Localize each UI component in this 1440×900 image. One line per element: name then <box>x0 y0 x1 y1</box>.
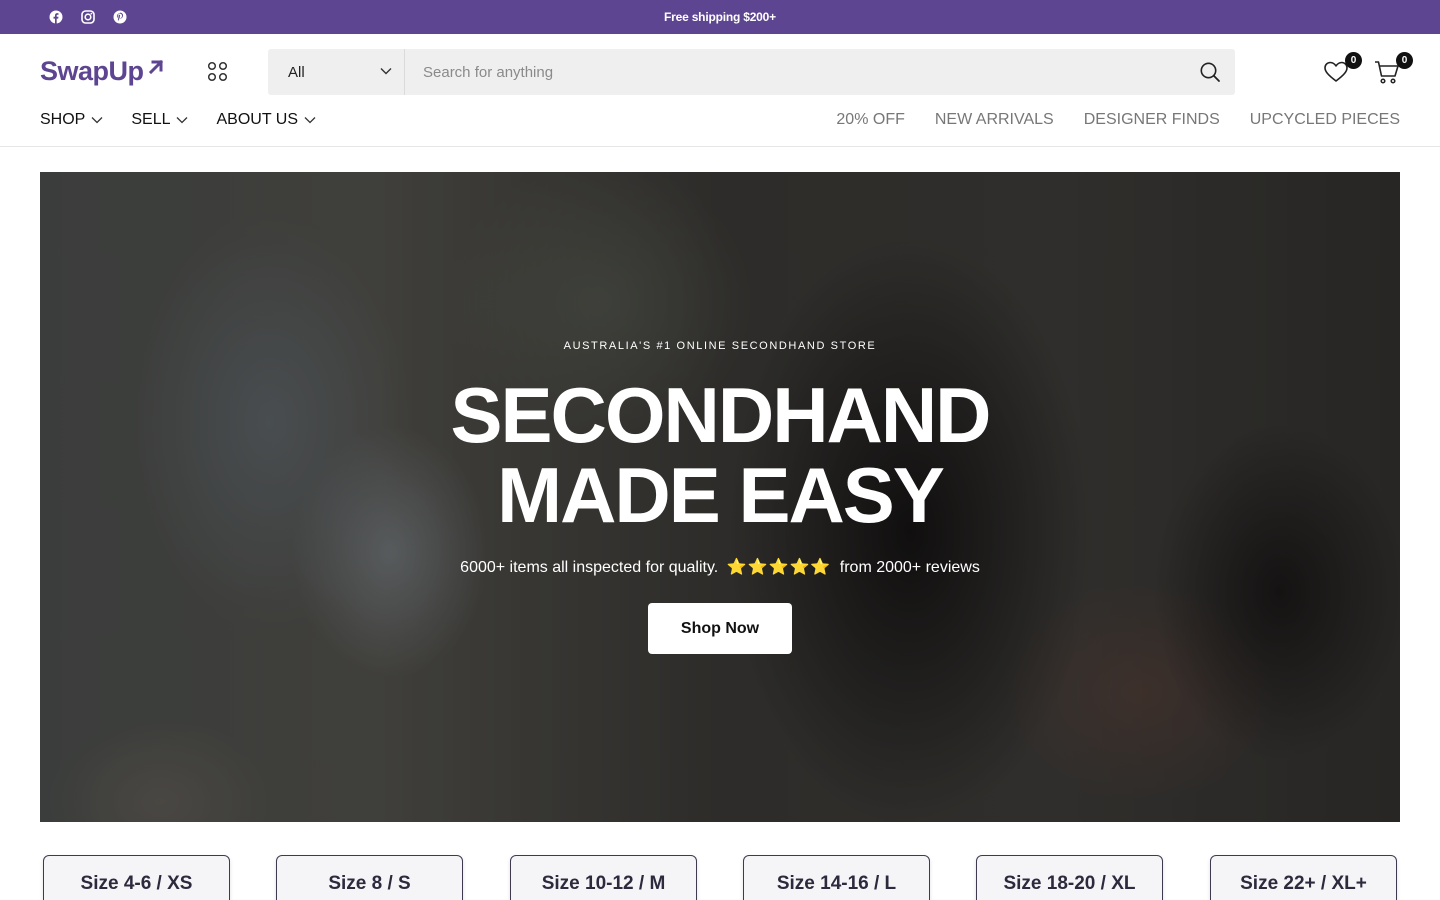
size-s-button[interactable]: Size 8 / S <box>276 855 463 900</box>
logo-arrow-icon <box>148 59 163 75</box>
nav-20-off[interactable]: 20% OFF <box>836 111 904 129</box>
nav-designer-finds[interactable]: DESIGNER FINDS <box>1084 111 1220 129</box>
nav-about-us-label: ABOUT US <box>216 111 298 128</box>
chevron-down-icon <box>91 117 103 124</box>
chevron-down-icon <box>304 117 316 124</box>
chevron-down-icon <box>177 117 188 124</box>
size-l-button[interactable]: Size 14-16 / L <box>743 855 930 900</box>
size-xs-button[interactable]: Size 4-6 / XS <box>43 855 230 900</box>
hero-subtitle: 6000+ items all inspected for quality. ⭐… <box>40 557 1400 577</box>
nav-new-arrivals[interactable]: NEW ARRIVALS <box>935 111 1054 129</box>
announcement-bar: Free shipping $200+ <box>0 0 1440 34</box>
size-m-button[interactable]: Size 10-12 / M <box>510 855 697 900</box>
chevron-down-icon <box>380 68 392 75</box>
search-icon[interactable] <box>1199 61 1221 83</box>
promo-nav: 20% OFF NEW ARRIVALS DESIGNER FINDS UPCY… <box>806 111 1400 129</box>
hero-reviews-text: from 2000+ reviews <box>839 559 980 576</box>
nav-upcycled-pieces[interactable]: UPCYCLED PIECES <box>1250 111 1400 129</box>
free-shipping-message: Free shipping $200+ <box>664 10 776 24</box>
site-header: SwapUp All 0 0 SHOP SELL ABOUT US <box>0 34 1440 147</box>
nav-sell-label: SELL <box>131 111 171 128</box>
rating-stars-icon: ⭐⭐⭐⭐⭐ <box>726 559 832 576</box>
nav-shop-label: SHOP <box>40 111 86 128</box>
wishlist-button[interactable]: 0 <box>1322 52 1362 86</box>
categories-grid-icon[interactable] <box>207 61 229 83</box>
logo-text: SwapUp <box>40 55 144 86</box>
wishlist-count-badge: 0 <box>1345 52 1362 69</box>
main-nav: SHOP SELL ABOUT US <box>40 111 344 129</box>
hero-title: SECONDHAND MADE EASY <box>40 375 1400 535</box>
hero-banner: AUSTRALIA'S #1 ONLINE SECONDHAND STORE S… <box>40 172 1400 822</box>
hero-title-line1: SECONDHAND <box>450 371 991 459</box>
nav-sell[interactable]: SELL <box>131 111 188 129</box>
search-category-select[interactable]: All <box>268 49 405 95</box>
swapup-logo[interactable]: SwapUp <box>40 55 164 87</box>
hero-title-line2: MADE EASY <box>497 451 945 539</box>
size-xl-plus-button[interactable]: Size 22+ / XL+ <box>1210 855 1397 900</box>
cart-count-badge: 0 <box>1396 52 1413 69</box>
size-xl-button[interactable]: Size 18-20 / XL <box>976 855 1163 900</box>
nav-about-us[interactable]: ABOUT US <box>216 111 316 129</box>
size-filter-row: Size 4-6 / XS Size 8 / S Size 10-12 / M … <box>43 855 1397 900</box>
search-input[interactable] <box>405 49 1235 95</box>
search-category-value: All <box>288 64 305 81</box>
nav-shop[interactable]: SHOP <box>40 111 103 129</box>
search-bar: All <box>268 49 1235 95</box>
shop-now-button[interactable]: Shop Now <box>648 603 792 654</box>
cart-button[interactable]: 0 <box>1373 52 1413 86</box>
hero-subtitle-text: 6000+ items all inspected for quality. <box>460 559 719 576</box>
hero-eyebrow: AUSTRALIA'S #1 ONLINE SECONDHAND STORE <box>563 340 877 352</box>
